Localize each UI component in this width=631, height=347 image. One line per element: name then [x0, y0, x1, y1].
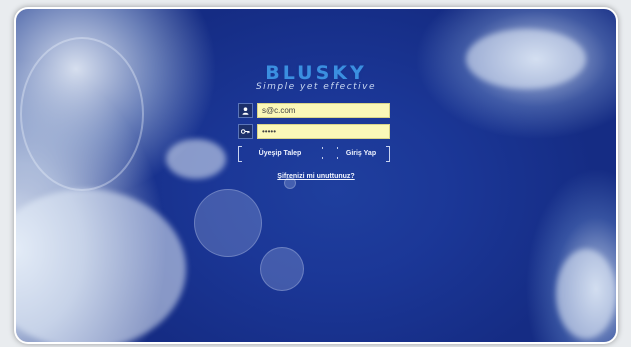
username-input[interactable] [257, 103, 390, 118]
register-request-button[interactable]: Üyeşip Talep [248, 146, 312, 162]
button-bracket-left [238, 146, 242, 162]
action-buttons: Üyeşip Talep Giriş Yap [238, 146, 390, 162]
user-icon [238, 103, 253, 118]
password-input[interactable] [257, 124, 390, 139]
forgot-password-link[interactable]: Şifrenizi mi unuttunuz? [16, 173, 616, 180]
cloud-left [16, 189, 186, 342]
separator-dot [322, 147, 323, 149]
bokeh-large [194, 189, 262, 257]
bokeh-small [260, 247, 304, 291]
key-icon [238, 124, 253, 139]
brand-tagline: Simple yet effective [255, 82, 377, 92]
lens-flare-ring [20, 37, 144, 191]
username-row [238, 103, 390, 118]
password-row [238, 124, 390, 139]
brand-logo: BLUSKY [265, 62, 367, 84]
login-button[interactable]: Giriş Yap [338, 146, 384, 162]
login-screen: BLUSKY Simple yet effective Üyeşip Talep… [16, 9, 616, 342]
cloud-bottom-right [556, 249, 616, 339]
button-bracket-right [386, 146, 390, 162]
separator-dot [322, 157, 323, 159]
